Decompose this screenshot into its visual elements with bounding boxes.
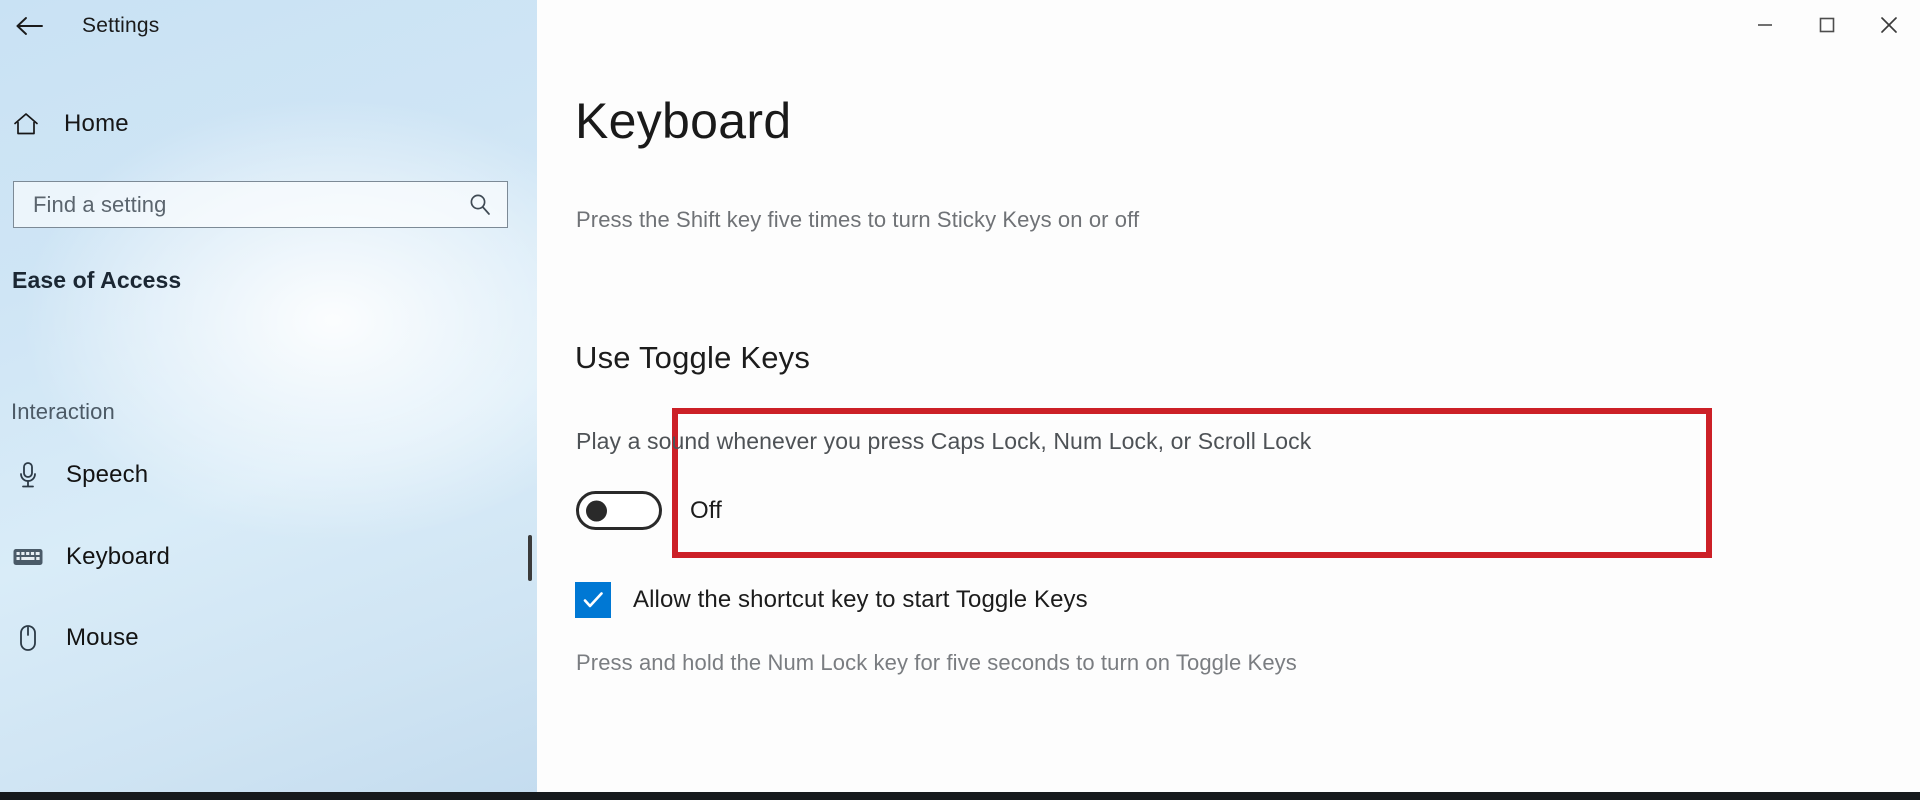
keyboard-icon (0, 546, 56, 568)
sidebar-group-header: Ease of Access (12, 267, 182, 293)
back-button[interactable] (6, 4, 54, 48)
settings-window: Settings Home Find a setting Ease of Acc… (0, 0, 1920, 800)
mouse-icon (0, 623, 56, 653)
sidebar-item-home[interactable]: Home (0, 100, 300, 148)
shortcut-key-checkbox-label: Allow the shortcut key to start Toggle K… (633, 586, 1088, 613)
close-button[interactable] (1858, 0, 1920, 50)
sidebar-section-label-interaction: Interaction (11, 399, 115, 424)
page-subtitle: Press the Shift key five times to turn S… (576, 207, 1140, 232)
sidebar-item-keyboard[interactable]: Keyboard (0, 529, 520, 585)
home-icon (0, 111, 52, 137)
microphone-icon (0, 460, 56, 490)
sidebar-item-home-label: Home (64, 110, 129, 137)
checkmark-icon (583, 592, 603, 608)
search-box[interactable]: Find a setting (13, 181, 508, 228)
minimize-button[interactable] (1734, 0, 1796, 50)
sidebar-item-mouse[interactable]: Mouse (0, 610, 520, 666)
section-title-toggle-keys: Use Toggle Keys (575, 340, 811, 375)
maximize-icon (1819, 17, 1835, 33)
window-title: Settings (82, 14, 160, 37)
toggle-row: Off (576, 491, 722, 530)
page-title: Keyboard (575, 93, 792, 149)
help-text: Press and hold the Num Lock key for five… (576, 650, 1297, 675)
close-icon (1881, 17, 1897, 33)
sidebar-item-speech[interactable]: Speech (0, 447, 520, 503)
toggle-state-label: Off (690, 496, 722, 524)
main-content: Keyboard Press the Shift key five times … (537, 0, 1920, 800)
sidebar-scrollbar[interactable] (528, 535, 532, 581)
minimize-icon (1758, 24, 1772, 26)
toggle-knob (586, 500, 607, 521)
sidebar: Settings Home Find a setting Ease of Acc… (0, 0, 537, 800)
play-sound-toggle-switch[interactable] (576, 491, 662, 530)
window-bottom-edge (0, 792, 1920, 800)
search-input-placeholder: Find a setting (33, 191, 167, 217)
sidebar-item-keyboard-label: Keyboard (66, 543, 170, 570)
window-controls (1734, 0, 1920, 50)
back-arrow-icon (16, 17, 43, 35)
sidebar-titlebar: Settings (0, 0, 537, 52)
maximize-button[interactable] (1796, 0, 1858, 50)
shortcut-key-checkbox[interactable] (575, 582, 611, 618)
shortcut-key-checkbox-row[interactable]: Allow the shortcut key to start Toggle K… (575, 582, 1088, 618)
search-icon[interactable] (453, 192, 507, 218)
sidebar-item-speech-label: Speech (66, 461, 149, 488)
toggle-setting-label: Play a sound whenever you press Caps Loc… (576, 428, 1312, 454)
sidebar-item-mouse-label: Mouse (66, 624, 139, 651)
